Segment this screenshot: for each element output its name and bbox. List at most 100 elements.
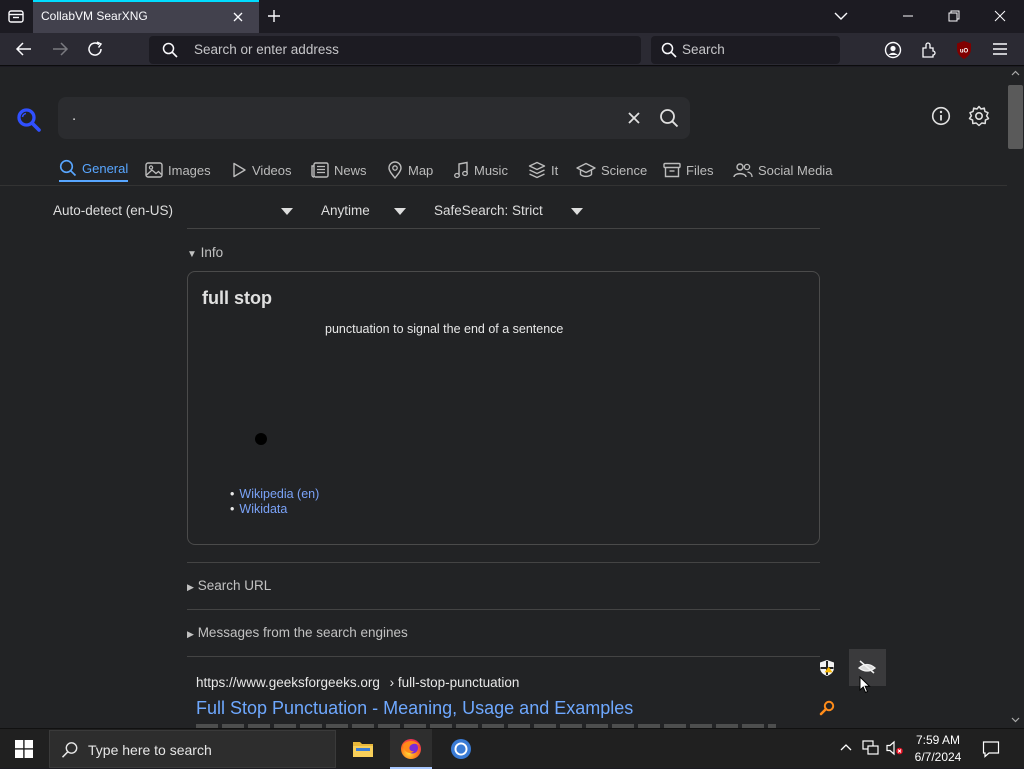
hamburger-menu-icon[interactable] (991, 41, 1009, 57)
clock-date: 6/7/2024 (914, 750, 962, 764)
infobox: full stop punctuation to signal the end … (187, 271, 820, 545)
restore-icon[interactable] (946, 9, 962, 23)
taskbar: Type here to search 7:59 AM 6/7/2024 (0, 728, 1024, 769)
tab-list-icon[interactable] (7, 8, 25, 24)
scroll-down-icon[interactable] (1011, 717, 1020, 723)
taskbar-search-box[interactable]: Type here to search (49, 730, 336, 768)
chevron-down-icon[interactable] (281, 208, 293, 215)
newspaper-icon (311, 162, 329, 178)
triangle-right-icon: ▶ (187, 582, 194, 592)
new-tab-icon[interactable] (266, 8, 282, 24)
divider (0, 185, 1007, 186)
category-videos[interactable]: Videos (231, 158, 292, 182)
info-summary[interactable]: ▼ Info (187, 245, 223, 260)
hidden-eye-icon[interactable] (858, 660, 876, 674)
infobox-title: full stop (202, 288, 272, 308)
wikidata-link[interactable]: Wikidata (239, 502, 287, 516)
category-label: It (551, 162, 559, 178)
minimize-icon[interactable] (900, 9, 916, 23)
file-explorer-icon[interactable] (352, 739, 374, 759)
firefox-taskbar-button[interactable] (390, 729, 432, 769)
divider (187, 656, 820, 657)
category-label: Map (408, 162, 434, 178)
address-bar[interactable]: Search or enter address (149, 36, 641, 64)
forward-icon[interactable] (51, 41, 69, 57)
shield-icon[interactable] (817, 658, 837, 678)
divider (187, 562, 820, 563)
layers-icon (528, 161, 546, 179)
category-it[interactable]: It (528, 158, 558, 182)
info-icon[interactable] (931, 106, 951, 126)
category-general[interactable]: General (59, 158, 129, 182)
chevron-down-icon[interactable] (394, 208, 406, 215)
search-query-text: . (72, 107, 77, 124)
notification-icon[interactable] (982, 740, 1000, 758)
window-close-icon[interactable] (992, 9, 1008, 23)
search-icon (661, 42, 677, 58)
triangle-down-icon: ▼ (187, 249, 197, 260)
extensions-icon[interactable] (920, 41, 938, 59)
result-path: › full-stop-punctuation (389, 675, 520, 690)
time-range-select[interactable]: Anytime (321, 203, 370, 218)
engine-messages-summary[interactable]: ▶ Messages from the search engines (187, 625, 408, 640)
scrollbar-thumb[interactable] (1008, 85, 1023, 149)
language-select[interactable]: Auto-detect (en-US) (53, 203, 173, 218)
category-music[interactable]: Music (453, 158, 508, 182)
category-label: General (82, 160, 129, 176)
gear-icon[interactable] (968, 105, 990, 127)
taskbar-search-placeholder: Type here to search (88, 742, 212, 758)
reload-icon[interactable] (87, 41, 105, 57)
search-icon (162, 42, 178, 58)
network-icon[interactable] (862, 740, 880, 756)
back-icon[interactable] (15, 41, 33, 57)
wikipedia-link[interactable]: Wikipedia (en) (239, 487, 319, 501)
tab-bar: CollabVM SearXNG (0, 0, 1024, 33)
category-science[interactable]: Science (576, 158, 647, 182)
search-submit-icon[interactable] (659, 108, 679, 128)
safesearch-select[interactable]: SafeSearch: Strict (434, 203, 543, 218)
music-note-icon (453, 161, 469, 179)
system-clock[interactable]: 7:59 AM 6/7/2024 (908, 732, 968, 766)
category-files[interactable]: Files (663, 158, 713, 182)
searxng-logo-icon[interactable] (16, 107, 42, 133)
chevron-down-icon[interactable] (571, 208, 583, 215)
infobox-links: • Wikipedia (en) • Wikidata (230, 487, 319, 517)
play-icon (231, 162, 247, 178)
scrollbar[interactable] (1007, 67, 1024, 728)
account-icon[interactable] (884, 41, 902, 59)
svg-text:uO: uO (960, 49, 969, 55)
clock-time: 7:59 AM (915, 733, 961, 747)
magnifier-icon[interactable] (819, 700, 835, 716)
result-domain: https://www.geeksforgeeks.org (196, 675, 380, 690)
people-icon (733, 162, 753, 178)
search-url-summary[interactable]: ▶ Search URL (187, 578, 271, 593)
search-icon (59, 159, 77, 177)
triangle-right-icon: ▶ (187, 629, 194, 639)
chevron-up-icon[interactable] (839, 742, 853, 752)
searxng-page: . General Images Videos News Map Music I… (0, 67, 1007, 728)
chrome-icon[interactable] (450, 738, 472, 760)
volume-muted-icon[interactable] (886, 740, 904, 756)
infobox-description: punctuation to signal the end of a sente… (325, 322, 564, 336)
category-label: Music (474, 162, 508, 178)
scroll-up-icon[interactable] (1011, 70, 1020, 76)
browser-search-box[interactable]: Search (651, 36, 840, 64)
category-map[interactable]: Map (387, 158, 433, 182)
windows-start-icon[interactable] (15, 740, 33, 758)
divider (187, 228, 820, 229)
close-icon[interactable] (229, 8, 247, 26)
firefox-icon (400, 738, 422, 760)
search-input[interactable]: . (58, 97, 690, 139)
result-title-link[interactable]: Full Stop Punctuation - Meaning, Usage a… (196, 698, 633, 719)
clear-icon[interactable] (626, 110, 642, 126)
result-url[interactable]: https://www.geeksforgeeks.org › full-sto… (196, 675, 519, 690)
chevron-down-icon[interactable] (833, 9, 849, 23)
category-images[interactable]: Images (145, 158, 211, 182)
mouse-cursor-icon (859, 676, 871, 694)
category-label: Files (686, 162, 714, 178)
list-item: • Wikipedia (en) (230, 487, 320, 501)
ublock-origin-icon[interactable]: uO (955, 40, 973, 60)
category-news[interactable]: News (311, 158, 367, 182)
tab-searxng[interactable]: CollabVM SearXNG (33, 0, 259, 33)
category-social-media[interactable]: Social Media (733, 158, 832, 182)
